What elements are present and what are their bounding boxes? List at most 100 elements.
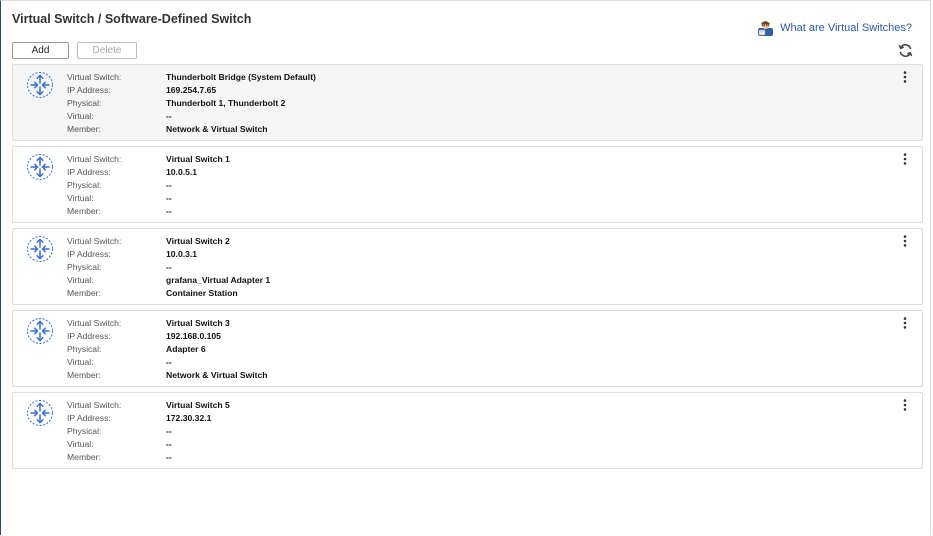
more-vertical-icon[interactable] — [902, 153, 908, 165]
virtual-switch-label: Virtual Switch: — [67, 154, 122, 165]
ip-address-label: IP Address: — [67, 167, 111, 178]
field-row-ip-address: IP Address: 10.0.5.1 — [67, 166, 230, 179]
page-title: Virtual Switch / Software-Defined Switch — [12, 12, 252, 26]
member-value: Network & Virtual Switch — [166, 123, 268, 134]
field-row-physical: Physical: -- — [67, 261, 270, 274]
switch-fields: Virtual Switch: Virtual Switch 1 IP Addr… — [67, 153, 230, 217]
switch-arrows-icon — [27, 236, 53, 262]
field-row-virtual: Virtual: -- — [67, 191, 230, 204]
virtual-switch-label: Virtual Switch: — [67, 236, 122, 247]
switch-arrows-icon — [27, 154, 53, 180]
field-row-virtual: Virtual: -- — [67, 437, 230, 450]
virtual-switch-value: Virtual Switch 1 — [166, 154, 230, 165]
more-vertical-icon[interactable] — [902, 71, 908, 83]
member-label: Member: — [67, 123, 101, 134]
virtual-switch-value: Thunderbolt Bridge (System Default) — [166, 72, 316, 83]
ip-address-label: IP Address: — [67, 85, 111, 96]
ip-address-value: 10.0.5.1 — [166, 167, 198, 178]
physical-label: Physical: — [67, 179, 102, 190]
physical-label: Physical: — [67, 261, 102, 272]
virtual-label: Virtual: — [67, 438, 94, 449]
field-row-virtual-switch: Virtual Switch: Virtual Switch 2 — [67, 235, 270, 248]
field-row-virtual-switch: Virtual Switch: Virtual Switch 5 — [67, 399, 230, 412]
refresh-icon[interactable] — [898, 43, 913, 58]
field-row-virtual-switch: Virtual Switch: Thunderbolt Bridge (Syst… — [67, 71, 316, 84]
help-link-text: What are Virtual Switches? — [780, 21, 912, 34]
field-row-physical: Physical: Thunderbolt 1, Thunderbolt 2 — [67, 97, 316, 110]
field-row-member: Member: -- — [67, 450, 230, 463]
more-vertical-icon[interactable] — [902, 235, 908, 247]
virtual-label: Virtual: — [67, 356, 94, 367]
physical-label: Physical: — [67, 97, 102, 108]
physical-label: Physical: — [67, 425, 102, 436]
virtual-switch-card[interactable]: Virtual Switch: Virtual Switch 5 IP Addr… — [12, 392, 923, 469]
ip-address-value: 10.0.3.1 — [166, 249, 198, 260]
field-row-physical: Physical: -- — [67, 425, 230, 438]
member-label: Member: — [67, 451, 101, 462]
virtual-switch-value: Virtual Switch 2 — [166, 236, 230, 247]
switch-arrows-icon — [27, 400, 53, 426]
physical-label: Physical: — [67, 343, 102, 354]
switch-fields: Virtual Switch: Virtual Switch 2 IP Addr… — [67, 235, 270, 299]
virtual-switch-value: Virtual Switch 5 — [166, 400, 230, 411]
virtual-label: Virtual: — [67, 110, 94, 121]
virtual-switch-card[interactable]: Virtual Switch: Virtual Switch 3 IP Addr… — [12, 310, 923, 387]
member-label: Member: — [67, 205, 101, 216]
virtual-switch-label: Virtual Switch: — [67, 318, 122, 329]
virtual-label: Virtual: — [67, 274, 94, 285]
member-label: Member: — [67, 369, 101, 380]
toolbar: Add Delete — [12, 42, 137, 59]
ip-address-value: 192.168.0.105 — [166, 331, 221, 342]
physical-value: Thunderbolt 1, Thunderbolt 2 — [166, 97, 286, 108]
more-vertical-icon[interactable] — [902, 399, 908, 411]
switch-arrows-icon — [27, 318, 53, 344]
field-row-ip-address: IP Address: 172.30.32.1 — [67, 412, 230, 425]
field-row-ip-address: IP Address: 192.168.0.105 — [67, 330, 268, 343]
virtual-switch-card[interactable]: Virtual Switch: Virtual Switch 2 IP Addr… — [12, 228, 923, 305]
virtual-switch-card[interactable]: Virtual Switch: Virtual Switch 1 IP Addr… — [12, 146, 923, 223]
switch-fields: Virtual Switch: Virtual Switch 3 IP Addr… — [67, 317, 268, 381]
switch-arrows-icon — [27, 72, 53, 98]
virtual-value: -- — [166, 192, 172, 203]
field-row-virtual: Virtual: grafana_Virtual Adapter 1 — [67, 273, 270, 286]
member-value: Container Station — [166, 287, 238, 298]
virtual-switch-card[interactable]: Virtual Switch: Thunderbolt Bridge (Syst… — [12, 64, 923, 141]
member-value: Network & Virtual Switch — [166, 369, 268, 380]
physical-value: -- — [166, 179, 172, 190]
virtual-switch-label: Virtual Switch: — [67, 400, 122, 411]
helper-person-icon — [758, 21, 774, 36]
virtual-switch-list: Virtual Switch: Thunderbolt Bridge (Syst… — [12, 64, 923, 474]
member-value: -- — [166, 451, 172, 462]
virtual-value: grafana_Virtual Adapter 1 — [166, 274, 271, 285]
field-row-member: Member: Network & Virtual Switch — [67, 368, 268, 381]
ip-address-label: IP Address: — [67, 249, 111, 260]
ip-address-value: 169.254.7.65 — [166, 85, 217, 96]
field-row-ip-address: IP Address: 10.0.3.1 — [67, 248, 270, 261]
virtual-label: Virtual: — [67, 192, 94, 203]
help-link[interactable]: What are Virtual Switches? — [757, 19, 912, 36]
member-label: Member: — [67, 287, 101, 298]
physical-value: -- — [166, 261, 172, 272]
switch-fields: Virtual Switch: Thunderbolt Bridge (Syst… — [67, 71, 316, 135]
virtual-value: -- — [166, 110, 172, 121]
physical-value: Adapter 6 — [166, 343, 206, 354]
add-button[interactable]: Add — [12, 42, 69, 59]
ip-address-label: IP Address: — [67, 331, 111, 342]
delete-button[interactable]: Delete — [77, 42, 137, 59]
field-row-member: Member: Container Station — [67, 286, 270, 299]
virtual-value: -- — [166, 438, 172, 449]
field-row-virtual: Virtual: -- — [67, 109, 316, 122]
field-row-member: Member: Network & Virtual Switch — [67, 122, 316, 135]
member-value: -- — [166, 205, 172, 216]
more-vertical-icon[interactable] — [902, 317, 908, 329]
field-row-virtual-switch: Virtual Switch: Virtual Switch 3 — [67, 317, 268, 330]
field-row-physical: Physical: -- — [67, 179, 230, 192]
field-row-virtual-switch: Virtual Switch: Virtual Switch 1 — [67, 153, 230, 166]
switch-fields: Virtual Switch: Virtual Switch 5 IP Addr… — [67, 399, 230, 463]
field-row-ip-address: IP Address: 169.254.7.65 — [67, 84, 316, 97]
field-row-virtual: Virtual: -- — [67, 355, 268, 368]
virtual-value: -- — [166, 356, 172, 367]
virtual-switch-value: Virtual Switch 3 — [166, 318, 230, 329]
virtual-switch-label: Virtual Switch: — [67, 72, 122, 83]
ip-address-value: 172.30.32.1 — [166, 413, 212, 424]
